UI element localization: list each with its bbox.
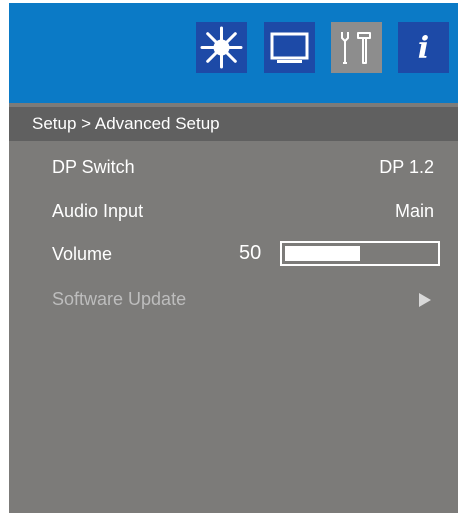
tab-display[interactable]: [264, 22, 315, 73]
osd-menu: i Setup > Advanced Setup DP Switch DP 1.…: [9, 3, 458, 513]
volume-slider-fill: [285, 246, 360, 261]
menu-item-audio-input[interactable]: Audio Input Main: [9, 197, 458, 227]
audio-input-label: Audio Input: [52, 201, 144, 221]
info-icon: i: [418, 31, 429, 66]
info-glyph: i: [418, 31, 429, 66]
audio-input-value: Main: [394, 201, 434, 221]
tab-info[interactable]: i: [398, 22, 449, 73]
dp-switch-label: DP Switch: [52, 157, 135, 177]
breadcrumb-text: Setup > Advanced Setup: [32, 114, 220, 133]
menu-item-dp-switch[interactable]: DP Switch DP 1.2: [9, 153, 458, 183]
tab-setup[interactable]: [331, 22, 382, 73]
volume-slider[interactable]: [280, 241, 440, 266]
breadcrumb: Setup > Advanced Setup: [9, 107, 458, 141]
tab-brightness[interactable]: [196, 22, 247, 73]
brightness-icon: [200, 26, 243, 69]
volume-label: Volume: [52, 244, 113, 264]
dp-switch-value: DP 1.2: [379, 157, 434, 177]
software-update-label: Software Update: [52, 289, 187, 309]
tab-bar: i: [9, 3, 458, 103]
menu-item-software-update[interactable]: Software Update: [9, 285, 458, 315]
volume-value: 50: [239, 242, 262, 264]
submenu-arrow-icon: [419, 293, 431, 307]
setup-tools-icon: [341, 32, 371, 64]
display-icon: [270, 32, 309, 63]
menu-item-volume[interactable]: Volume 50: [9, 240, 458, 270]
